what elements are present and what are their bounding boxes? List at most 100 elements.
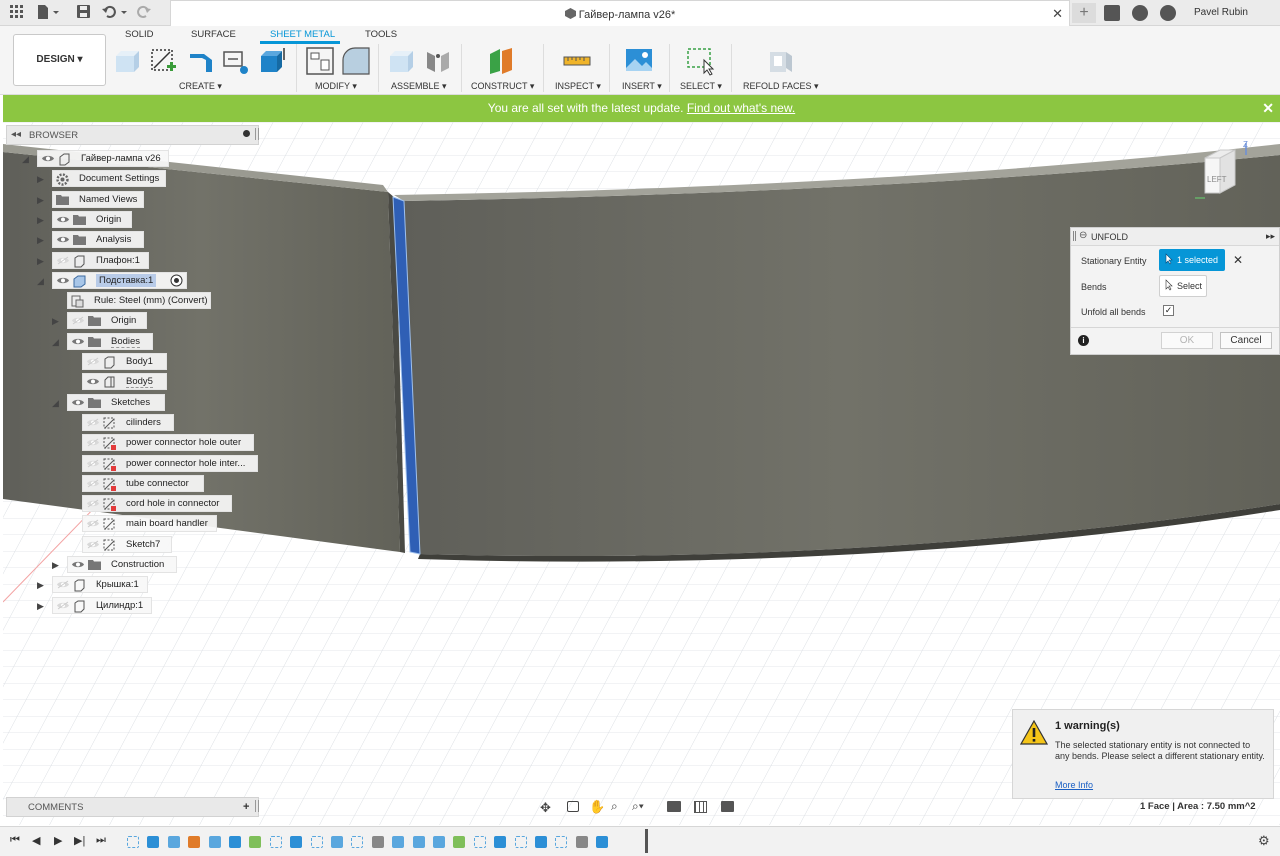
expand-arrow-icon[interactable]: ▶ [37, 214, 47, 226]
hidden-eye-icon[interactable] [86, 438, 100, 447]
browser-node-origin[interactable]: ▶ Origin [0, 211, 260, 228]
tab-surface[interactable]: SURFACE [191, 29, 236, 40]
browser-node-box[interactable]: Гайвер-лампа v26 [37, 150, 169, 167]
close-tab-icon[interactable]: ✕ [1052, 6, 1063, 22]
collapse-arrow-icon[interactable]: ◢ [37, 275, 47, 287]
create-sketch-icon[interactable] [148, 46, 178, 76]
browser-node-box[interactable]: Origin [52, 211, 132, 228]
workspace-switcher[interactable]: DESIGN ▾ [13, 34, 106, 86]
grid-settings-icon[interactable] [694, 801, 707, 813]
browser-node-box[interactable]: Named Views [52, 191, 144, 208]
browser-node-body1[interactable]: Body1 [0, 353, 260, 370]
browser-node-main-board-handler[interactable]: main board handler [0, 515, 260, 532]
expand-arrow-icon[interactable]: ▶ [37, 194, 47, 206]
timeline-last-icon[interactable]: ⏭ [96, 834, 106, 847]
timeline-extrude-icon[interactable] [331, 836, 343, 848]
timeline-thread-icon[interactable] [433, 836, 445, 848]
tab-tools[interactable]: TOOLS [365, 29, 397, 40]
viewports-icon[interactable] [721, 801, 734, 812]
browser-node-box[interactable]: Подставка:1 [52, 272, 187, 289]
display-settings-icon[interactable] [667, 801, 681, 812]
visibility-eye-icon[interactable] [71, 337, 85, 346]
view-cube[interactable]: LEFT Z [1183, 140, 1263, 210]
browser-node-body5[interactable]: Body5 [0, 373, 260, 390]
browser-node-box[interactable]: cilinders [82, 414, 174, 431]
hidden-eye-icon[interactable] [71, 316, 85, 325]
browser-node-tube-connector[interactable]: tube connector [0, 475, 260, 492]
timeline-flange-icon[interactable] [188, 836, 201, 848]
select-menu[interactable]: SELECT ▾ [680, 81, 722, 92]
orbit-icon[interactable]: ✥ [540, 800, 551, 816]
browser-node-box[interactable]: Body5 [82, 373, 167, 390]
hidden-eye-icon[interactable] [86, 479, 100, 488]
browser-node-box[interactable]: Document Settings [52, 170, 166, 187]
timeline-extrude-icon[interactable] [535, 836, 547, 848]
tab-solid[interactable]: SOLID [125, 29, 154, 40]
assemble-menu[interactable]: ASSEMBLE ▾ [391, 81, 447, 92]
browser-node-rule-steel-mm-convert[interactable]: Rule: Steel (mm) (Convert) [0, 292, 260, 309]
browser-node-box[interactable]: Construction [67, 556, 177, 573]
expand-arrow-icon[interactable]: ▶ [37, 255, 47, 267]
expand-arrow-icon[interactable]: ▶ [37, 234, 47, 246]
browser-node-origin[interactable]: ▶ Origin [0, 312, 260, 329]
fillet-icon[interactable] [341, 46, 371, 76]
browser-node-cilinders[interactable]: cilinders [0, 414, 260, 431]
inspect-menu[interactable]: INSPECT ▾ [555, 81, 601, 92]
browser-node-power-connector-hole-outer[interactable]: power connector hole outer [0, 434, 260, 451]
visibility-eye-icon[interactable] [86, 377, 100, 386]
bends-selector[interactable]: Select [1159, 275, 1207, 297]
browser-node-гайвер-лампа-v26[interactable]: ◢ Гайвер-лампа v26 [0, 150, 260, 167]
timeline-sketch-icon[interactable] [269, 836, 282, 848]
hidden-eye-icon[interactable] [86, 459, 100, 468]
info-icon[interactable]: i [1078, 335, 1089, 346]
new-tab-button[interactable]: + [1072, 3, 1096, 23]
browser-node-box[interactable]: Цилиндр:1 [52, 597, 152, 614]
collapse-arrow-icon[interactable]: ◢ [52, 397, 62, 409]
flange-icon[interactable] [186, 46, 216, 76]
timeline-sketch-icon[interactable] [310, 836, 323, 848]
browser-node-bodies[interactable]: ◢ Bodies [0, 333, 260, 350]
conversion-icon[interactable] [220, 46, 250, 76]
timeline-extrude-icon[interactable] [167, 836, 180, 848]
dialog-drag-handle-icon[interactable] [1073, 231, 1076, 241]
insert-menu[interactable]: INSERT ▾ [622, 81, 662, 92]
hidden-eye-icon[interactable] [56, 256, 70, 265]
browser-node-cord-hole-in-connector[interactable]: cord hole in connector [0, 495, 260, 512]
unfold-dialog-header[interactable]: ⊖ UNFOLD ▸▸ [1071, 228, 1279, 246]
visibility-eye-icon[interactable] [41, 154, 55, 163]
dialog-expand-icon[interactable]: ▸▸ [1266, 231, 1275, 242]
banner-close-icon[interactable]: ✕ [1262, 95, 1274, 122]
timeline-extrude-icon[interactable] [229, 836, 241, 848]
insert-canvas-icon[interactable] [624, 46, 654, 76]
expand-arrow-icon[interactable]: ▶ [52, 315, 62, 327]
user-name[interactable]: Pavel Rubin [1194, 7, 1248, 18]
browser-node-sketches[interactable]: ◢ Sketches [0, 394, 260, 411]
timeline-extrude-icon[interactable] [412, 836, 425, 848]
timeline-extrude-icon[interactable] [147, 836, 160, 848]
browser-node-box[interactable]: Sketch7 [82, 536, 172, 553]
timeline-joint-icon[interactable] [371, 836, 384, 848]
create-menu[interactable]: CREATE ▾ [179, 81, 222, 92]
pan-hand-icon[interactable]: ✋ [589, 799, 605, 815]
browser-node-крышка-1[interactable]: ▶ Крышка:1 [0, 576, 260, 593]
visibility-eye-icon[interactable] [56, 215, 70, 224]
hidden-eye-icon[interactable] [86, 499, 100, 508]
new-component-assemble-icon[interactable] [386, 46, 416, 76]
browser-node-box[interactable]: Rule: Steel (mm) (Convert) [67, 292, 211, 309]
timeline-marker-icon[interactable] [575, 836, 588, 848]
measure-icon[interactable] [562, 46, 592, 76]
comments-drag-handle-icon[interactable] [255, 800, 259, 812]
hidden-eye-icon[interactable] [56, 601, 70, 610]
browser-node-box[interactable]: Origin [67, 312, 147, 329]
undo-icon[interactable] [101, 5, 129, 21]
timeline-next-icon[interactable]: ▶| [74, 834, 85, 847]
timeline-body-icon[interactable] [392, 836, 405, 848]
comments-panel[interactable]: COMMENTS + [6, 797, 259, 817]
browser-node-power-connector-hole-inter[interactable]: power connector hole inter... [0, 455, 260, 472]
modify-press-pull-icon[interactable] [305, 46, 335, 76]
timeline-sketch-icon[interactable] [555, 836, 568, 848]
timeline-sketch-icon[interactable] [351, 836, 364, 848]
browser-node-analysis[interactable]: ▶ Analysis [0, 231, 260, 248]
timeline-sketch-icon[interactable] [514, 836, 527, 848]
browser-node-цилиндр-1[interactable]: ▶ Цилиндр:1 [0, 597, 260, 614]
